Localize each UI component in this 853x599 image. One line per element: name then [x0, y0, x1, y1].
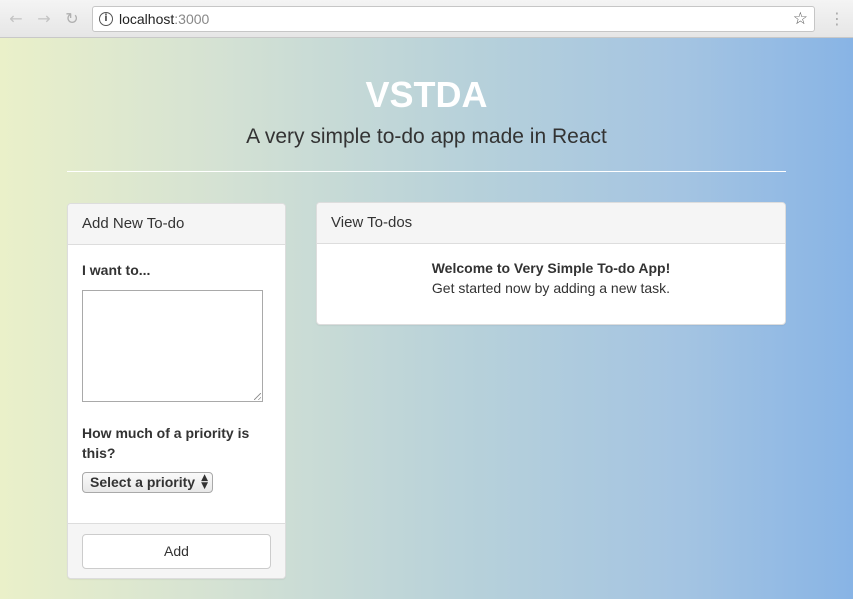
forward-arrow-icon[interactable]: → — [34, 9, 54, 29]
resize-handle-icon[interactable] — [254, 393, 261, 400]
add-todo-heading: Add New To-do — [68, 204, 285, 245]
info-icon[interactable]: i — [99, 12, 113, 26]
priority-select[interactable]: Select a priority ▲ ▼ — [82, 472, 213, 493]
reload-icon[interactable]: ↻ — [62, 9, 82, 29]
page-subtitle: A very simple to-do app made in React — [246, 125, 607, 148]
page-background: VSTDA A very simple to-do app made in Re… — [0, 38, 853, 599]
select-arrows-icon: ▲ ▼ — [201, 473, 208, 491]
add-todo-panel: Add New To-do I want to... How much of a… — [67, 203, 286, 579]
url-host: localhost — [119, 11, 175, 27]
view-todos-panel: View To-dos Welcome to Very Simple To-do… — [316, 202, 786, 325]
back-arrow-icon[interactable]: ← — [6, 9, 26, 29]
add-button[interactable]: Add — [82, 534, 271, 569]
todo-text-label: I want to... — [82, 262, 151, 278]
view-todos-heading: View To-dos — [317, 203, 785, 244]
priority-label: How much of a priority is this? — [82, 425, 250, 461]
address-bar[interactable]: i localhost:3000 ☆ — [92, 6, 815, 32]
todo-text-input[interactable] — [82, 290, 263, 402]
add-todo-footer: Add — [68, 523, 285, 578]
page-title: VSTDA — [365, 74, 488, 115]
url-text[interactable]: localhost:3000 — [119, 11, 209, 27]
header-divider — [67, 171, 786, 172]
url-port: :3000 — [174, 11, 210, 27]
browser-toolbar: ← → ↻ i localhost:3000 ☆ ⋮ — [0, 0, 853, 38]
star-icon[interactable]: ☆ — [793, 9, 808, 29]
menu-icon[interactable]: ⋮ — [829, 9, 845, 29]
priority-select-value: Select a priority — [90, 474, 196, 490]
welcome-title: Welcome to Very Simple To-do App! — [431, 260, 671, 276]
welcome-text: Get started now by adding a new task. — [431, 280, 671, 296]
